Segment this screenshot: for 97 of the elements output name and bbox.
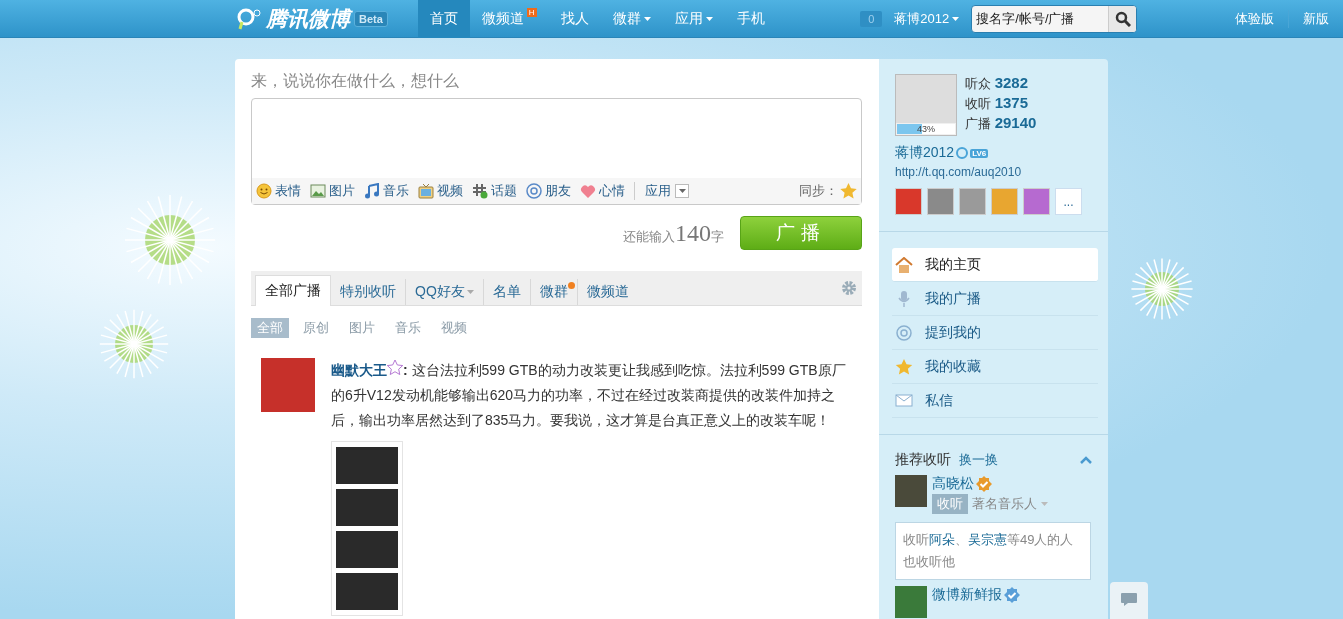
avatar-placeholder[interactable] <box>895 475 927 507</box>
logo-icon <box>236 7 262 30</box>
toolbar-link[interactable]: 音乐 <box>364 182 409 200</box>
post-input[interactable]: 表情 图片 音乐 视频 话题 朋友 心情 应用 同步： <box>251 98 862 205</box>
filter-link[interactable]: 原创 <box>297 318 335 338</box>
nav-link[interactable]: 找人 <box>548 0 601 38</box>
settings-icon[interactable] <box>841 280 857 296</box>
avatar-placeholder[interactable] <box>261 358 315 412</box>
toolbar-link[interactable]: 话题 <box>472 182 517 200</box>
sidebar-item[interactable]: 我的收藏 <box>892 350 1098 384</box>
feedback-button[interactable] <box>1110 582 1148 619</box>
caret-icon <box>705 16 713 21</box>
caret-icon <box>678 189 686 193</box>
medal-icon[interactable] <box>927 188 954 215</box>
user-description: 著名音乐人 <box>972 495 1037 513</box>
music-note-icon <box>364 183 380 199</box>
user-link[interactable]: 微博新鲜报 <box>932 586 1002 604</box>
home-icon <box>895 256 913 273</box>
caret-icon <box>643 16 651 21</box>
sidebar-item[interactable]: 私信 <box>892 384 1098 418</box>
toolbar-link[interactable]: 视频 <box>418 182 463 200</box>
post-text: 幽默大王 : 这台法拉利599 GTB的动力改装更让我感到吃惊。法拉利599 GTB原厂的6升V12发动机能够输出620马力的功率，不过在经过改装商提供的改装件加持之后，输出功率居然达到了835马力。要我说，这才算是台真正意义上的改装车呢！ <box>331 359 847 430</box>
nav-link[interactable]: 微群 <box>600 0 663 38</box>
user-link[interactable]: 吴宗憲 <box>968 532 1007 547</box>
nav-link[interactable]: 微频道 H <box>469 0 549 38</box>
toolbar-link[interactable]: 表情 <box>256 182 301 200</box>
composer-prompt: 来，说说你在做什么，想什么 <box>251 71 460 91</box>
avatar-placeholder[interactable] <box>895 586 927 618</box>
collapse-icon[interactable] <box>1080 456 1092 464</box>
feed-tab[interactable]: QQ好友 <box>405 279 483 305</box>
search-box[interactable]: 搜名字/帐号/广播 <box>971 4 1138 33</box>
section-title: 推荐收听 <box>895 451 951 469</box>
dandelion-drawing <box>1128 255 1196 323</box>
caret-icon <box>1041 502 1048 506</box>
profile-stat[interactable]: 广播 29140 <box>965 114 1037 133</box>
photo-placeholder[interactable] <box>336 531 398 568</box>
nav-link[interactable]: 应用 <box>662 0 725 38</box>
chat-bubble-icon <box>1120 592 1138 607</box>
photo-placeholder[interactable] <box>336 489 398 526</box>
user-menu[interactable]: 蒋博2012 <box>894 9 960 28</box>
picture-icon <box>310 183 326 199</box>
star-icon[interactable] <box>840 183 857 199</box>
toolbar-link[interactable]: 心情 <box>580 182 625 200</box>
medal-icon[interactable] <box>959 188 986 215</box>
feed-tab[interactable]: 特别收听 <box>331 279 405 305</box>
medal-icon[interactable] <box>1023 188 1050 215</box>
caret-icon <box>466 290 474 294</box>
feed-tab[interactable]: 微频道 <box>576 279 638 305</box>
photo-placeholder[interactable] <box>336 573 398 610</box>
author-link[interactable]: 幽默大王 <box>331 362 387 378</box>
refresh-link[interactable]: 换一换 <box>959 451 998 469</box>
toolbar-link[interactable]: 图片 <box>310 182 355 200</box>
medal-icon[interactable] <box>991 188 1018 215</box>
profile-url[interactable]: http://t.qq.com/auq2010 <box>879 165 1108 179</box>
char-counter: 还能输入 140字 <box>623 219 724 247</box>
search-button[interactable] <box>1108 5 1137 32</box>
avatar-placeholder[interactable] <box>896 75 956 123</box>
filter-link[interactable]: 图片 <box>343 318 381 338</box>
feed-tab[interactable]: 名单 <box>482 279 530 305</box>
feed-tab[interactable]: 微群 <box>529 279 577 305</box>
sync-label: 同步： <box>799 182 838 200</box>
level-badge: LV6 <box>970 148 989 158</box>
feed-tab[interactable]: 全部广播 <box>255 275 331 306</box>
notification-dot <box>567 282 575 289</box>
search-icon <box>1114 10 1131 27</box>
nav-link[interactable]: 首页 <box>417 0 470 38</box>
filter-link[interactable]: 视频 <box>435 318 473 338</box>
profile-stat[interactable]: 听众 3282 <box>965 74 1037 93</box>
star-icon <box>387 360 403 375</box>
more-button[interactable]: ... <box>1055 188 1082 215</box>
smiley-icon <box>256 183 272 199</box>
top-link[interactable]: 体验版 <box>1221 9 1288 28</box>
recommend-reason: 收听阿朵、吴宗憲等49人的人也收听他 <box>895 522 1091 580</box>
heart-icon <box>580 183 596 199</box>
profile-stat[interactable]: 收听 1375 <box>965 94 1037 113</box>
search-field[interactable]: 搜名字/帐号/广播 <box>972 11 1109 26</box>
tv-icon <box>418 183 434 199</box>
user-link[interactable]: 高晓松 <box>932 475 974 493</box>
top-link[interactable]: 新版 <box>1288 9 1343 28</box>
sidebar-item[interactable]: 提到我的 <box>892 316 1098 350</box>
filter-link[interactable]: 音乐 <box>389 318 427 338</box>
user-link[interactable]: 阿朵 <box>929 532 955 547</box>
caret-icon <box>952 16 960 21</box>
microphone-icon <box>895 289 913 308</box>
nav-link[interactable]: 手机 <box>724 0 777 38</box>
beta-badge: Beta <box>354 10 388 27</box>
apps-menu[interactable]: 应用 <box>634 182 689 200</box>
sidebar-item[interactable]: 我的广播 <box>892 282 1098 316</box>
profile-name[interactable]: 蒋博2012 <box>895 144 955 162</box>
star-icon <box>895 358 913 375</box>
envelope-icon <box>895 394 913 407</box>
toolbar-link[interactable]: 朋友 <box>526 182 571 200</box>
hash-icon <box>472 183 488 199</box>
sidebar-item[interactable]: 我的主页 <box>892 248 1098 282</box>
new-badge: H <box>526 7 537 17</box>
medal-icon[interactable] <box>895 188 922 215</box>
photo-placeholder[interactable] <box>336 447 398 484</box>
